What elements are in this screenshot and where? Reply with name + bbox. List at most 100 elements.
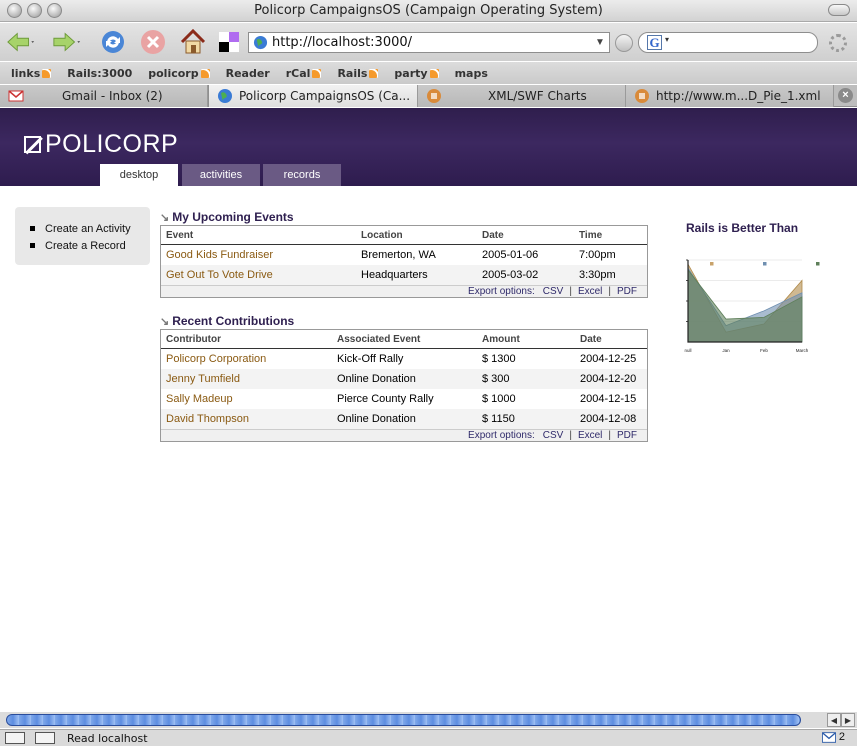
table-cell: 2004-12-25 (580, 353, 637, 365)
export-excel-link[interactable]: Excel (578, 286, 602, 297)
contributions-title-text: Recent Contributions (172, 314, 295, 328)
table-cell: $ 300 (482, 373, 510, 385)
section-arrow-icon: ↘ (160, 315, 170, 328)
bookmark-item[interactable]: links (11, 66, 52, 80)
gmail-notifier[interactable]: 2 (821, 731, 845, 743)
row-link[interactable]: Jenny Tumfield (161, 373, 332, 385)
scroll-right-icon[interactable]: ▶ (841, 713, 855, 727)
row-link[interactable]: Sally Madeup (161, 393, 332, 405)
row-link[interactable]: David Thompson (161, 413, 332, 425)
chart-x-label: Jan (722, 348, 730, 353)
scroll-left-icon[interactable]: ◀ (827, 713, 841, 727)
export-options: Export options: CSV | Excel | PDF (161, 285, 647, 297)
column-header[interactable]: Date (575, 334, 647, 345)
tab-xml-swf-charts[interactable]: XML/SWF Charts (418, 85, 626, 107)
chart-title: Rails is Better Than (686, 221, 799, 235)
loading-progress-bar (6, 714, 801, 726)
table-cell: $ 1000 (482, 393, 516, 405)
browser-tab-strip: Gmail - Inbox (2) Policorp CampaignsOS (… (0, 85, 857, 107)
contributions-table: Contributor Associated Event Amount Date Pol… (160, 329, 648, 442)
separator: | (569, 286, 572, 297)
stop-icon (141, 30, 165, 54)
column-header[interactable]: Time (574, 230, 647, 241)
table-cell: 2004-12-15 (580, 393, 637, 405)
section-arrow-icon: ↘ (160, 211, 170, 224)
bookmark-item[interactable]: party (394, 67, 439, 80)
swf-icon (635, 89, 649, 103)
tab-activities[interactable]: activities (182, 164, 260, 186)
globe-icon (218, 89, 232, 103)
chart-legend-swatch (763, 262, 767, 266)
extension-icon (219, 32, 239, 52)
separator: | (608, 286, 611, 297)
search-engine-dropdown-icon[interactable]: ▾ (665, 35, 669, 44)
forward-button[interactable] (52, 27, 82, 57)
sidebar-item-label: Create a Record (45, 239, 126, 252)
column-header[interactable]: Event (161, 230, 356, 241)
row-link[interactable]: Good Kids Fundraiser (161, 249, 356, 261)
chart-x-label: Feb (760, 348, 768, 353)
back-arrow-icon (7, 32, 35, 52)
column-header[interactable]: Location (356, 230, 477, 241)
reload-button[interactable] (98, 27, 128, 57)
export-pdf-link[interactable]: PDF (617, 430, 637, 441)
column-header[interactable]: Contributor (161, 334, 332, 345)
bookmark-item[interactable]: maps (455, 67, 488, 80)
bookmark-label: links (11, 66, 41, 80)
go-button[interactable] (615, 34, 633, 52)
tab-policorp[interactable]: Policorp CampaignsOS (Ca... (208, 85, 418, 107)
column-header[interactable]: Date (477, 230, 574, 241)
tab-label: Policorp CampaignsOS (Ca... (239, 89, 411, 103)
stop-button[interactable] (138, 27, 168, 57)
export-csv-link[interactable]: CSV (543, 430, 564, 441)
home-button[interactable] (178, 27, 208, 57)
tab-desktop[interactable]: desktop (100, 164, 178, 186)
bookmark-item[interactable]: policorp (148, 67, 210, 80)
scroll-arrows: ◀ ▶ (827, 713, 855, 727)
chart-legend-swatch (816, 262, 820, 266)
table-cell: 7:00pm (579, 249, 616, 261)
export-label: Export options: (468, 286, 535, 297)
bookmark-item[interactable]: Reader (226, 67, 270, 80)
window-title: Policorp CampaignsOS (Campaign Operating… (254, 3, 603, 18)
row-link[interactable]: Policorp Corporation (161, 353, 332, 365)
column-header[interactable]: Amount (477, 334, 575, 345)
toolbar-toggle-button[interactable] (828, 4, 850, 16)
table-cell: Kick-Off Rally (337, 353, 404, 365)
globe-icon (253, 35, 268, 50)
tab-label: Gmail - Inbox (2) (62, 89, 163, 103)
export-excel-link[interactable]: Excel (578, 430, 602, 441)
table-header-row: Event Location Date Time (161, 226, 647, 245)
forward-arrow-icon (53, 32, 81, 52)
home-icon (180, 28, 206, 54)
sidebar-toggle-icon[interactable] (5, 732, 25, 744)
logo-mark-icon (24, 136, 41, 153)
policorp-logo[interactable]: POLICORP (24, 130, 178, 159)
history-dropdown-icon[interactable]: ▼ (595, 37, 609, 48)
table-row: David Thompson Online Donation $ 1150 2004-… (161, 409, 647, 429)
sidebar-item-create-activity[interactable]: Create an Activity (30, 220, 150, 237)
sidebar-item-create-record[interactable]: Create a Record (30, 237, 150, 254)
export-pdf-link[interactable]: PDF (617, 286, 637, 297)
contributions-section-title: ↘ Recent Contributions (160, 314, 294, 328)
bookmark-item[interactable]: rCal (286, 67, 322, 80)
edit-icon[interactable] (35, 732, 55, 744)
events-section-title: ↘ My Upcoming Events (160, 210, 294, 224)
extension-button[interactable] (214, 27, 244, 57)
back-button[interactable] (6, 27, 36, 57)
tab-records[interactable]: records (263, 164, 341, 186)
bookmark-item[interactable]: Rails (337, 67, 379, 80)
close-tab-icon[interactable]: × (838, 88, 853, 103)
table-cell: 2004-12-20 (580, 373, 637, 385)
column-header[interactable]: Associated Event (332, 334, 477, 345)
address-bar[interactable]: http://localhost:3000/ ▼ (248, 32, 610, 53)
bookmark-item[interactable]: Rails:3000 (67, 67, 132, 80)
search-field[interactable]: G ▾ (638, 32, 818, 53)
bookmark-label: rCal (285, 66, 311, 80)
swf-icon (427, 89, 441, 103)
tab-gmail[interactable]: Gmail - Inbox (2) (0, 85, 208, 107)
export-csv-link[interactable]: CSV (543, 286, 564, 297)
row-link[interactable]: Get Out To Vote Drive (161, 269, 356, 281)
tab-pie-xml[interactable]: http://www.m...D_Pie_1.xml (626, 85, 834, 107)
google-search-icon[interactable]: G (647, 35, 662, 50)
